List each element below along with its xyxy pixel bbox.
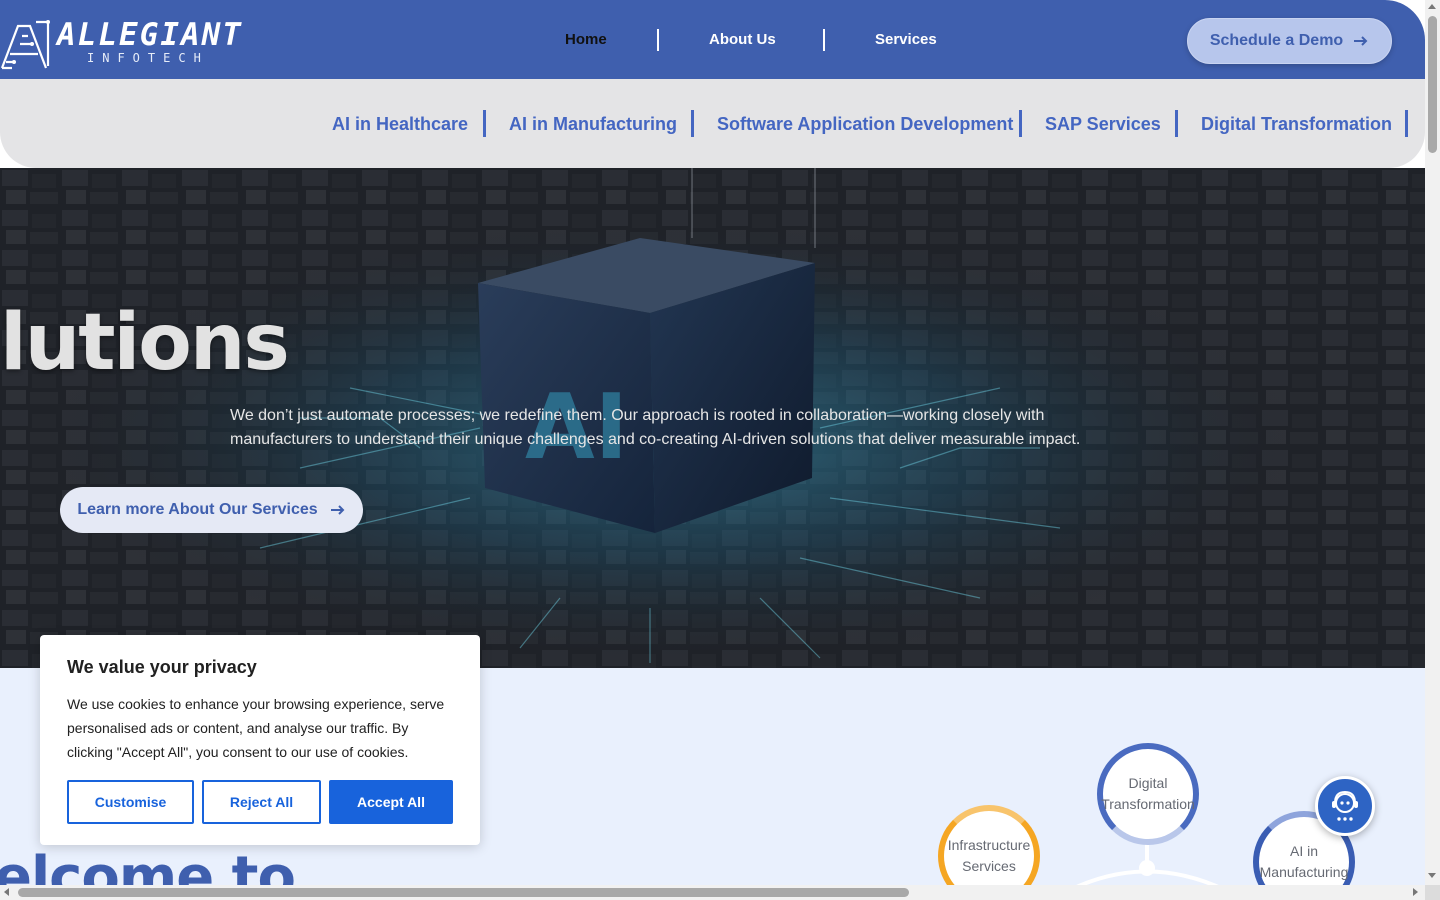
nav-services-link[interactable]: Services xyxy=(875,28,937,52)
scroll-right-arrow-icon[interactable] xyxy=(1413,888,1418,896)
cookie-description: We use cookies to enhance your browsing … xyxy=(67,696,445,760)
top-navbar: ALLEGIANT INFOTECH Home About Us Service… xyxy=(0,0,1425,79)
orbit-node-label: Digital Transformation xyxy=(1101,775,1195,812)
scroll-down-arrow-icon[interactable] xyxy=(1428,873,1436,878)
logo-mark-icon xyxy=(0,20,50,70)
orbit-node-label: Infrastructure Services xyxy=(947,837,1031,874)
brand-tagline: INFOTECH xyxy=(87,51,209,65)
service-link-ai-healthcare[interactable]: AI in Healthcare xyxy=(332,112,468,136)
service-link-digital-transformation[interactable]: Digital Transformation xyxy=(1201,112,1392,136)
service-link-ai-manufacturing[interactable]: AI in Manufacturing xyxy=(509,112,677,136)
vertical-scrollbar[interactable] xyxy=(1425,0,1440,885)
nav-about-link[interactable]: About Us xyxy=(709,28,776,52)
chatbot-icon xyxy=(1332,790,1358,821)
learn-more-services-button[interactable]: Learn more About Our Services xyxy=(60,487,363,533)
services-bar: AI in Healthcare AI in Manufacturing Sof… xyxy=(0,79,1425,168)
schedule-demo-button[interactable]: Schedule a Demo xyxy=(1187,18,1392,64)
horizontal-scroll-thumb[interactable] xyxy=(18,888,909,897)
cookie-title: We value your privacy xyxy=(67,657,257,677)
nav-divider xyxy=(823,29,825,51)
nav-home-link[interactable]: Home xyxy=(565,28,607,52)
hero-section: AI lutions We don’t just automate proces… xyxy=(0,168,1425,668)
scrollbar-corner xyxy=(1425,885,1440,900)
service-divider xyxy=(1175,110,1178,137)
customise-button[interactable]: Customise xyxy=(67,780,194,824)
hero-title: lutions xyxy=(0,298,290,388)
service-divider xyxy=(691,110,694,137)
service-link-sap[interactable]: SAP Services xyxy=(1045,112,1161,136)
arrow-right-icon xyxy=(330,505,345,515)
cookie-consent-dialog: We value your privacy We use cookies to … xyxy=(40,635,480,845)
hero-description: We don’t just automate processes; we red… xyxy=(230,407,1081,448)
service-divider xyxy=(1405,110,1408,137)
service-divider xyxy=(1019,110,1022,137)
learn-more-label: Learn more About Our Services xyxy=(77,501,318,518)
scroll-up-arrow-icon[interactable] xyxy=(1428,4,1436,9)
scroll-left-arrow-icon[interactable] xyxy=(4,888,9,896)
brand-logo[interactable]: ALLEGIANT INFOTECH xyxy=(0,14,243,70)
vertical-scroll-thumb[interactable] xyxy=(1428,16,1437,153)
chatbot-button[interactable] xyxy=(1315,776,1375,836)
reject-all-button[interactable]: Reject All xyxy=(202,780,321,824)
service-divider xyxy=(483,110,486,137)
service-link-software-development[interactable]: Software Application Development xyxy=(717,112,1013,136)
horizontal-scrollbar[interactable] xyxy=(0,885,1425,900)
schedule-demo-label: Schedule a Demo xyxy=(1209,32,1344,49)
brand-name: ALLEGIANT xyxy=(57,17,243,53)
nav-divider xyxy=(657,29,659,51)
accept-all-button[interactable]: Accept All xyxy=(329,780,453,824)
orbit-node-label: AI in Manufacturing xyxy=(1259,843,1349,880)
orbit-node-digital-transformation[interactable]: Digital Transformation xyxy=(1097,743,1199,845)
arrow-right-icon xyxy=(1354,36,1368,46)
